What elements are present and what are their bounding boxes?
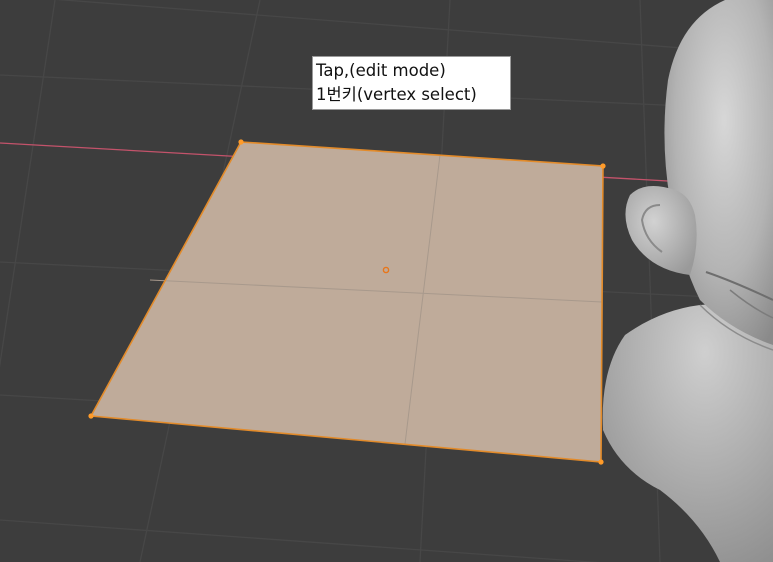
vertex-top-right[interactable] — [600, 163, 606, 169]
head-ear — [625, 186, 697, 275]
head-sculpt-model[interactable] — [602, 0, 773, 562]
3d-viewport[interactable]: Tap,(edit mode) 1번키(vertex select) — [0, 0, 773, 562]
caption-line-2: 1번키(vertex select) — [316, 85, 477, 104]
vertex-top-left[interactable] — [238, 139, 244, 145]
caption-line-1: Tap,(edit mode) — [316, 61, 446, 80]
vertex-bottom-left[interactable] — [88, 413, 94, 419]
vertex-bottom-right[interactable] — [598, 459, 604, 465]
plane-face[interactable] — [91, 142, 603, 462]
instruction-caption: Tap,(edit mode) 1번키(vertex select) — [312, 56, 511, 110]
